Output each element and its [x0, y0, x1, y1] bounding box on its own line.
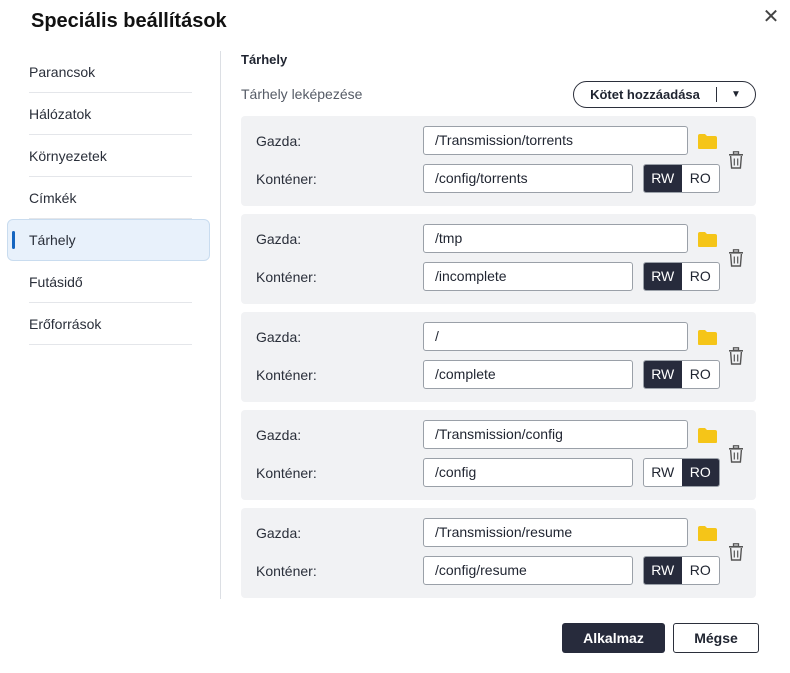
container-path-input[interactable]: /config [423, 458, 633, 487]
folder-icon[interactable] [697, 231, 718, 248]
section-title: Tárhely [241, 52, 288, 67]
host-label: Gazda: [256, 133, 302, 149]
rw-option[interactable]: RW [644, 361, 682, 388]
trash-icon[interactable] [728, 151, 744, 169]
trash-icon[interactable] [728, 445, 744, 463]
sidebar-item-eroforrasok[interactable]: Erőforrások [29, 303, 192, 345]
sidebar-item-parancsok[interactable]: Parancsok [29, 51, 192, 93]
container-path-input[interactable]: /config/torrents [423, 164, 633, 193]
volume-mapping-card: Gazda: /Transmission/torrents Konténer: … [241, 116, 756, 206]
cancel-button[interactable]: Mégse [673, 623, 759, 653]
dialog-title: Speciális beállítások [31, 10, 227, 32]
rw-option[interactable]: RW [644, 459, 682, 486]
trash-icon[interactable] [728, 543, 744, 561]
volume-mapping-card: Gazda: /tmp Konténer: /incomplete RW RO [241, 214, 756, 304]
host-path-input[interactable]: /tmp [423, 224, 688, 253]
folder-icon[interactable] [697, 329, 718, 346]
container-label: Konténer: [256, 367, 317, 383]
storage-mapping-label: Tárhely leképezése [241, 86, 363, 102]
sidebar-item-tarhely[interactable]: Tárhely [7, 219, 210, 261]
container-path-input[interactable]: /config/resume [423, 556, 633, 585]
access-mode-toggle: RW RO [643, 360, 720, 389]
host-path-input[interactable]: / [423, 322, 688, 351]
rw-option[interactable]: RW [644, 557, 682, 584]
container-label: Konténer: [256, 465, 317, 481]
access-mode-toggle: RW RO [643, 262, 720, 291]
access-mode-toggle: RW RO [643, 556, 720, 585]
close-icon[interactable]: ✕ [760, 6, 782, 28]
container-path-input[interactable]: /complete [423, 360, 633, 389]
add-volume-button[interactable]: Kötet hozzáadása ▼ [573, 81, 756, 108]
access-mode-toggle: RW RO [643, 458, 720, 487]
sidebar-item-halozatok[interactable]: Hálózatok [29, 93, 192, 135]
host-label: Gazda: [256, 329, 302, 345]
volume-mapping-card: Gazda: / Konténer: /complete RW RO [241, 312, 756, 402]
ro-option[interactable]: RO [681, 459, 719, 486]
access-mode-toggle: RW RO [643, 164, 720, 193]
container-label: Konténer: [256, 563, 317, 579]
apply-button[interactable]: Alkalmaz [562, 623, 665, 653]
folder-icon[interactable] [697, 525, 718, 542]
volume-mapping-card: Gazda: /Transmission/resume Konténer: /c… [241, 508, 756, 598]
ro-option[interactable]: RO [682, 361, 720, 388]
sidebar-item-futasido[interactable]: Futásidő [29, 261, 192, 303]
container-path-input[interactable]: /incomplete [423, 262, 633, 291]
chevron-down-icon[interactable]: ▼ [717, 89, 755, 100]
rw-option[interactable]: RW [644, 165, 682, 192]
host-path-input[interactable]: /Transmission/torrents [423, 126, 688, 155]
add-volume-label: Kötet hozzáadása [590, 87, 700, 102]
trash-icon[interactable] [728, 347, 744, 365]
rw-option[interactable]: RW [644, 263, 682, 290]
sidebar-item-kornyezetek[interactable]: Környezetek [29, 135, 192, 177]
folder-icon[interactable] [697, 133, 718, 150]
host-path-input[interactable]: /Transmission/config [423, 420, 688, 449]
host-path-input[interactable]: /Transmission/resume [423, 518, 688, 547]
container-label: Konténer: [256, 171, 317, 187]
volume-mapping-card: Gazda: /Transmission/config Konténer: /c… [241, 410, 756, 500]
trash-icon[interactable] [728, 249, 744, 267]
container-label: Konténer: [256, 269, 317, 285]
host-label: Gazda: [256, 525, 302, 541]
ro-option[interactable]: RO [682, 165, 720, 192]
host-label: Gazda: [256, 427, 302, 443]
host-label: Gazda: [256, 231, 302, 247]
sidebar-divider [220, 51, 221, 599]
folder-icon[interactable] [697, 427, 718, 444]
ro-option[interactable]: RO [682, 557, 720, 584]
ro-option[interactable]: RO [682, 263, 720, 290]
sidebar-item-cimkek[interactable]: Címkék [29, 177, 192, 219]
